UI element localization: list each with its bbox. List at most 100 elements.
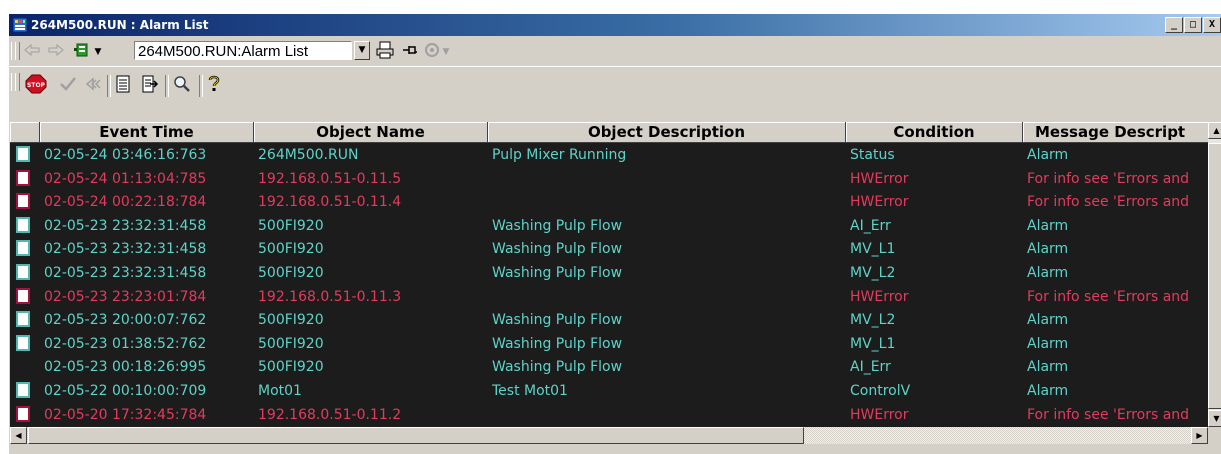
- scroll-left-button[interactable]: ◀: [10, 427, 27, 444]
- alarm-list-app-icon: [12, 17, 28, 33]
- silence-icon[interactable]: [85, 76, 103, 92]
- acknowledge-checkbox[interactable]: [16, 382, 30, 398]
- minimize-button[interactable]: _: [1165, 17, 1183, 33]
- export-icon[interactable]: [141, 75, 159, 93]
- horizontal-scroll-thumb[interactable]: [28, 427, 804, 444]
- condition-cell: MV_L1: [850, 241, 896, 258]
- alarm-rows: 02-05-24 03:46:16:763 264M500.RUN Pulp Mix…: [10, 143, 1208, 430]
- acknowledge-checkbox[interactable]: [16, 240, 30, 257]
- object-name-cell: Mot01: [258, 383, 302, 399]
- table-row[interactable]: 02-05-24 03:46:16:763 264M500.RUN Pulp Mix…: [10, 143, 1208, 167]
- acknowledge-checkbox[interactable]: [16, 311, 30, 328]
- column-header-row: Event Time Object Name Object Descriptio…: [10, 122, 1208, 143]
- view-menu-dropdown-icon[interactable]: ▼: [93, 43, 103, 61]
- table-row[interactable]: 02-05-23 23:32:31:458 500FI920 Washing Pul…: [10, 261, 1208, 285]
- event-time-cell: 02-05-23 01:38:52:762: [44, 335, 207, 352]
- checkmark-icon[interactable]: [59, 76, 77, 92]
- object-name-cell: 264M500.RUN: [258, 147, 359, 163]
- table-row[interactable]: 02-05-24 01:13:04:785 192.168.0.51-0.11.5…: [10, 167, 1208, 191]
- scroll-down-button[interactable]: ▼: [1208, 410, 1221, 427]
- address-dropdown-button[interactable]: ▼: [354, 41, 370, 60]
- acknowledge-checkbox[interactable]: [16, 216, 30, 233]
- condition-cell: HWError: [850, 288, 909, 305]
- print-icon[interactable]: [375, 41, 395, 59]
- pin-icon[interactable]: [401, 42, 419, 58]
- object-description-cell: Test Mot01: [492, 383, 568, 399]
- message-description-cell: Alarm: [1027, 312, 1069, 329]
- table-row[interactable]: 02-05-20 17:32:45:784 192.168.0.51-0.11.2…: [10, 403, 1208, 427]
- condition-cell: HWError: [850, 406, 909, 423]
- table-row[interactable]: 02-05-24 00:22:18:784 192.168.0.51-0.11.4…: [10, 190, 1208, 214]
- acknowledge-checkbox[interactable]: [16, 169, 30, 186]
- object-description-cell: Washing Pulp Flow: [492, 312, 623, 329]
- acknowledge-checkbox[interactable]: [16, 287, 30, 304]
- event-time-cell: 02-05-23 23:23:01:784: [44, 288, 207, 305]
- message-description-cell: Alarm: [1027, 241, 1069, 258]
- back-arrow-icon[interactable]: [23, 42, 41, 58]
- message-description-cell: Alarm: [1027, 265, 1069, 281]
- table-row[interactable]: 02-05-23 20:00:07:762 500FI920 Washing Pul…: [10, 308, 1208, 332]
- column-header-object-name[interactable]: Object Name: [254, 122, 488, 143]
- overview-dropdown-icon[interactable]: ▼: [441, 43, 451, 61]
- condition-cell: AI_Err: [850, 217, 891, 234]
- toolbar-grip[interactable]: [15, 42, 20, 60]
- event-time-cell: 02-05-23 00:18:26:995: [44, 359, 207, 376]
- condition-cell: AI_Err: [850, 359, 891, 376]
- resize-grip[interactable]: [1208, 427, 1221, 444]
- column-header-condition[interactable]: Condition: [846, 122, 1023, 143]
- object-name-cell: 192.168.0.51-0.11.5: [258, 170, 402, 187]
- acknowledge-checkbox[interactable]: [16, 405, 30, 422]
- help-icon[interactable]: [207, 75, 221, 93]
- condition-cell: MV_L1: [850, 335, 896, 352]
- column-header-object-description[interactable]: Object Description: [488, 122, 846, 143]
- table-row[interactable]: 02-05-23 23:23:01:784 192.168.0.51-0.11.3…: [10, 285, 1208, 309]
- condition-cell: HWError: [850, 194, 909, 211]
- table-row[interactable]: 02-05-23 23:32:31:458 500FI920 Washing Pul…: [10, 237, 1208, 261]
- object-description-cell: Washing Pulp Flow: [492, 335, 623, 352]
- close-button[interactable]: X: [1203, 17, 1221, 33]
- toolbar-separator: [107, 75, 111, 97]
- scroll-right-button[interactable]: ▶: [1191, 427, 1208, 444]
- table-row[interactable]: 02-05-22 00:10:00:709 Mot01 Test Mot01 Cont…: [10, 379, 1208, 403]
- toolbar-grip[interactable]: [15, 73, 20, 91]
- alarm-list-window: 264M500.RUN : Alarm List _ □ X ▼ 264M500.R…: [9, 14, 1221, 454]
- title-bar[interactable]: 264M500.RUN : Alarm List _ □ X: [9, 14, 1221, 36]
- vertical-scrollbar[interactable]: ▲ ▼: [1208, 122, 1221, 427]
- message-description-cell: Alarm: [1027, 147, 1069, 163]
- acknowledge-checkbox[interactable]: [16, 334, 30, 351]
- overview-icon[interactable]: [423, 41, 441, 59]
- message-description-cell: For info see 'Errors and: [1027, 288, 1190, 305]
- acknowledge-checkbox[interactable]: [16, 193, 30, 210]
- stop-icon[interactable]: STOP: [25, 74, 47, 94]
- table-row[interactable]: 02-05-23 01:38:52:762 500FI920 Washing Pul…: [10, 332, 1208, 356]
- view-menu-icon[interactable]: [73, 42, 91, 58]
- alarm-toolbar: STOP: [9, 66, 1221, 100]
- message-description-cell: Alarm: [1027, 383, 1069, 399]
- acknowledge-checkbox[interactable]: [16, 264, 30, 280]
- list-icon[interactable]: [115, 75, 131, 93]
- object-description-cell: Washing Pulp Flow: [492, 241, 623, 258]
- column-header-ack[interactable]: [10, 122, 40, 143]
- object-description-cell: Washing Pulp Flow: [492, 265, 623, 281]
- table-row[interactable]: 02-05-23 23:32:31:458 500FI920 Washing Pul…: [10, 214, 1208, 238]
- horizontal-scrollbar[interactable]: ◀ ▶: [10, 427, 1208, 444]
- object-name-cell: 500FI920: [258, 217, 324, 234]
- message-description-cell: For info see 'Errors and: [1027, 170, 1190, 187]
- acknowledge-checkbox[interactable]: [16, 146, 30, 162]
- object-name-cell: 192.168.0.51-0.11.2: [258, 406, 402, 423]
- vertical-scroll-thumb[interactable]: [1208, 143, 1221, 409]
- scroll-up-button[interactable]: ▲: [1208, 122, 1221, 139]
- condition-cell: HWError: [850, 170, 909, 187]
- address-field[interactable]: 264M500.RUN:Alarm List: [134, 41, 352, 60]
- object-name-cell: 500FI920: [258, 335, 324, 352]
- magnifier-icon[interactable]: [173, 75, 191, 93]
- forward-arrow-icon[interactable]: [47, 42, 65, 58]
- object-name-cell: 500FI920: [258, 241, 324, 258]
- message-description-cell: For info see 'Errors and: [1027, 194, 1190, 211]
- event-time-cell: 02-05-23 20:00:07:762: [44, 312, 207, 329]
- column-header-event-time[interactable]: Event Time: [40, 122, 254, 143]
- table-row[interactable]: 02-05-23 00:18:26:995 500FI920 Washing Pul…: [10, 355, 1208, 379]
- toolbar-separator: [199, 75, 203, 97]
- maximize-button[interactable]: □: [1184, 17, 1202, 33]
- column-header-message-description[interactable]: Message Descript: [1023, 122, 1208, 143]
